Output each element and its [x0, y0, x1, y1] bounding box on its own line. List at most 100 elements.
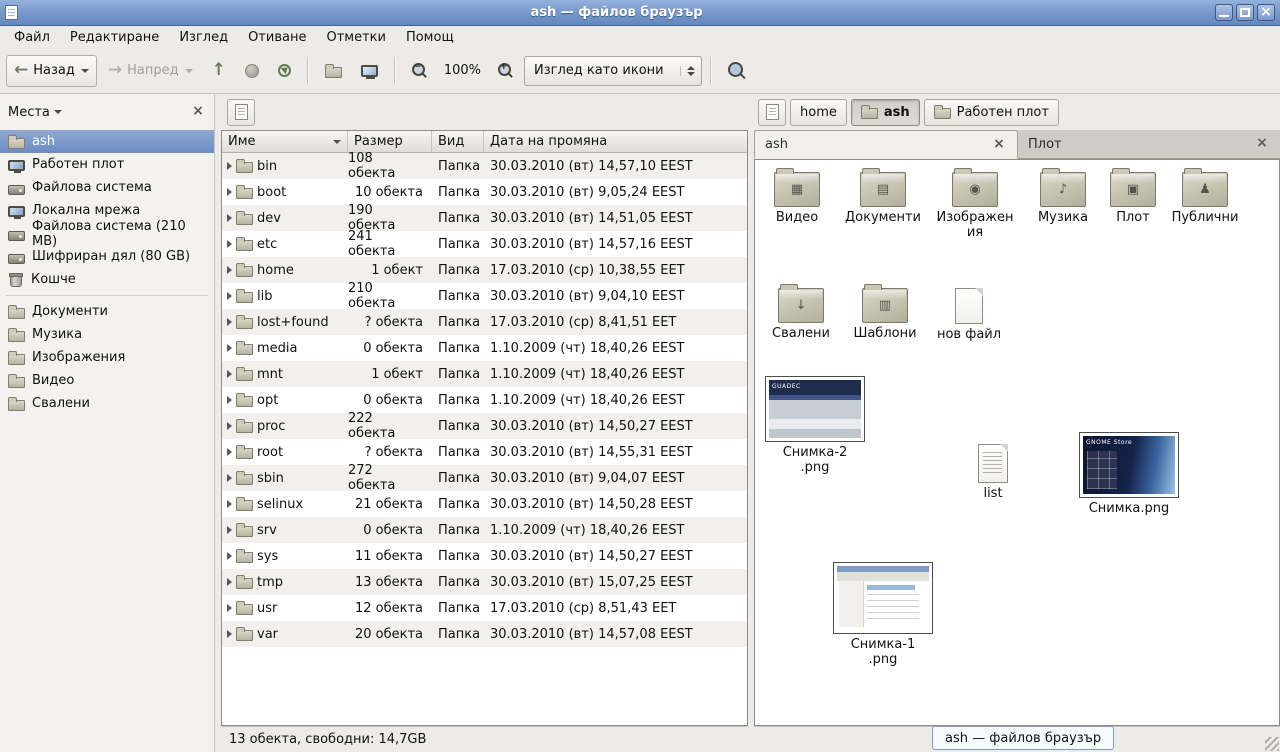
- sidebar-item-video[interactable]: Видео: [0, 369, 214, 392]
- table-row[interactable]: lib210 обектаПапка30.03.2010 (вт) 9,04,1…: [222, 283, 747, 309]
- forward-button[interactable]: Напред: [100, 55, 201, 87]
- places-title[interactable]: Места: [8, 105, 50, 120]
- expander-icon[interactable]: [227, 344, 232, 352]
- icon-item-video[interactable]: ▦Видео: [755, 172, 839, 226]
- home-button[interactable]: [317, 55, 350, 87]
- sidebar-item-encrypted-80gb[interactable]: Шифриран дял (80 GB): [0, 245, 214, 268]
- expander-icon[interactable]: [227, 474, 232, 482]
- table-row[interactable]: boot10 обектаПапка30.03.2010 (вт) 9,05,2…: [222, 179, 747, 205]
- zoom-out-button[interactable]: −: [404, 55, 435, 87]
- column-kind[interactable]: Вид: [432, 131, 484, 152]
- table-row[interactable]: bin108 обектаПапка30.03.2010 (вт) 14,57,…: [222, 153, 747, 179]
- table-row[interactable]: root? обектаПапка30.03.2010 (вт) 14,55,3…: [222, 439, 747, 465]
- table-row[interactable]: srv0 обектаПапка1.10.2009 (чт) 18,40,26 …: [222, 517, 747, 543]
- sidebar-close-button[interactable]: [190, 104, 206, 120]
- thumbnail-snimka[interactable]: GNOME Store Снимка.png: [1077, 432, 1181, 517]
- table-row[interactable]: usr12 обектаПапка17.03.2010 (ср) 8,51,43…: [222, 595, 747, 621]
- expander-icon[interactable]: [227, 604, 232, 612]
- name-cell: root: [222, 439, 348, 465]
- table-row[interactable]: opt0 обектаПапка1.10.2009 (чт) 18,40,26 …: [222, 387, 747, 413]
- expander-icon[interactable]: [227, 214, 232, 222]
- tab-plot[interactable]: Плот: [1018, 130, 1280, 158]
- table-row[interactable]: mnt1 обектПапка1.10.2009 (чт) 18,40,26 E…: [222, 361, 747, 387]
- expander-icon[interactable]: [227, 578, 232, 586]
- expander-icon[interactable]: [227, 162, 232, 170]
- minimize-button[interactable]: [1215, 4, 1233, 21]
- icon-item-downloads[interactable]: ↓Свалени: [759, 288, 843, 342]
- expander-icon[interactable]: [227, 422, 232, 430]
- expander-icon[interactable]: [227, 526, 232, 534]
- icon-item-public[interactable]: ♟Публични: [1163, 172, 1247, 226]
- back-button[interactable]: Назад: [6, 55, 97, 87]
- tab-close-icon[interactable]: [1254, 136, 1270, 152]
- location-toggle-button-right[interactable]: [758, 99, 786, 126]
- expander-icon[interactable]: [227, 292, 232, 300]
- table-row[interactable]: dev190 обектаПапка30.03.2010 (вт) 14,51,…: [222, 205, 747, 231]
- places-dropdown-icon[interactable]: [54, 110, 62, 114]
- sidebar-item-pictures[interactable]: Изображения: [0, 346, 214, 369]
- sidebar-item-trash[interactable]: Кошче: [0, 268, 214, 291]
- stop-button[interactable]: [237, 55, 267, 87]
- sidebar-item-filesystem-210mb[interactable]: Файлова система (210 MB): [0, 222, 214, 245]
- menu-go[interactable]: Отиване: [238, 28, 316, 47]
- column-date[interactable]: Дата на промяна: [484, 131, 747, 152]
- table-row[interactable]: selinux21 обектаПапка30.03.2010 (вт) 14,…: [222, 491, 747, 517]
- expander-icon[interactable]: [227, 500, 232, 508]
- expander-icon[interactable]: [227, 370, 232, 378]
- back-dropdown-icon[interactable]: [81, 69, 89, 73]
- menu-file[interactable]: Файл: [4, 28, 60, 47]
- column-size[interactable]: Размер: [348, 131, 432, 152]
- table-row[interactable]: var20 обектаПапка30.03.2010 (вт) 14,57,0…: [222, 621, 747, 647]
- file-item-new-file[interactable]: нов файл: [927, 288, 1011, 343]
- zoom-in-button[interactable]: +: [490, 55, 521, 87]
- search-button[interactable]: [720, 55, 754, 87]
- resize-grip[interactable]: [1265, 737, 1279, 751]
- sidebar-item-music[interactable]: Музика: [0, 323, 214, 346]
- reload-button[interactable]: [270, 55, 299, 87]
- sidebar-item-documents[interactable]: Документи: [0, 300, 214, 323]
- view-mode-select[interactable]: Изглед като икони: [524, 56, 702, 86]
- menu-view[interactable]: Изглед: [169, 28, 238, 47]
- expander-icon[interactable]: [227, 318, 232, 326]
- path-button-ash[interactable]: ash: [851, 99, 920, 126]
- table-row[interactable]: tmp13 обектаПапка30.03.2010 (вт) 15,07,2…: [222, 569, 747, 595]
- table-row[interactable]: lost+found? обектаПапка17.03.2010 (ср) 8…: [222, 309, 747, 335]
- thumbnail-snimka-2[interactable]: GUADEC Снимка-2.png: [763, 376, 867, 476]
- sidebar-item-desktop[interactable]: Работен плот: [0, 153, 214, 176]
- maximize-button[interactable]: [1236, 4, 1254, 21]
- expander-icon[interactable]: [227, 396, 232, 404]
- table-row[interactable]: sbin272 обектаПапка30.03.2010 (вт) 9,04,…: [222, 465, 747, 491]
- sidebar-item-ash[interactable]: ash: [0, 130, 214, 153]
- tab-ash[interactable]: ash: [754, 130, 1018, 159]
- column-name[interactable]: Име: [222, 131, 348, 152]
- menu-help[interactable]: Помощ: [396, 28, 464, 47]
- location-toggle-button[interactable]: [227, 99, 255, 126]
- table-row[interactable]: proc222 обектаПапка30.03.2010 (вт) 14,50…: [222, 413, 747, 439]
- file-item-list[interactable]: list: [951, 444, 1035, 502]
- table-row[interactable]: home1 обектПапка17.03.2010 (ср) 10,38,55…: [222, 257, 747, 283]
- sidebar-item-filesystem[interactable]: Файлова система: [0, 176, 214, 199]
- icon-item-documents[interactable]: ▤Документи: [841, 172, 925, 226]
- up-button[interactable]: [204, 55, 234, 87]
- titlebar[interactable]: ash — файлов браузър: [0, 0, 1280, 26]
- table-row[interactable]: media0 обектаПапка1.10.2009 (чт) 18,40,2…: [222, 335, 747, 361]
- expander-icon[interactable]: [227, 630, 232, 638]
- computer-button[interactable]: [353, 55, 386, 87]
- table-row[interactable]: etc241 обектаПапка30.03.2010 (вт) 14,57,…: [222, 231, 747, 257]
- expander-icon[interactable]: [227, 552, 232, 560]
- tab-close-icon[interactable]: [991, 137, 1007, 153]
- expander-icon[interactable]: [227, 448, 232, 456]
- expander-icon[interactable]: [227, 266, 232, 274]
- icon-item-templates[interactable]: ▥Шаблони: [843, 288, 927, 342]
- menu-bookmarks[interactable]: Отметки: [316, 28, 395, 47]
- path-button-desktop[interactable]: Работен плот: [924, 99, 1059, 126]
- menu-edit[interactable]: Редактиране: [60, 28, 169, 47]
- path-button-home[interactable]: home: [790, 99, 847, 126]
- thumbnail-snimka-1[interactable]: Снимка-1.png: [831, 562, 935, 668]
- close-button[interactable]: [1257, 4, 1275, 21]
- expander-icon[interactable]: [227, 188, 232, 196]
- table-row[interactable]: sys11 обектаПапка30.03.2010 (вт) 14,50,2…: [222, 543, 747, 569]
- icon-item-pictures[interactable]: ◉Изображения: [933, 172, 1017, 241]
- sidebar-item-downloads[interactable]: Свалени: [0, 392, 214, 415]
- expander-icon[interactable]: [227, 240, 232, 248]
